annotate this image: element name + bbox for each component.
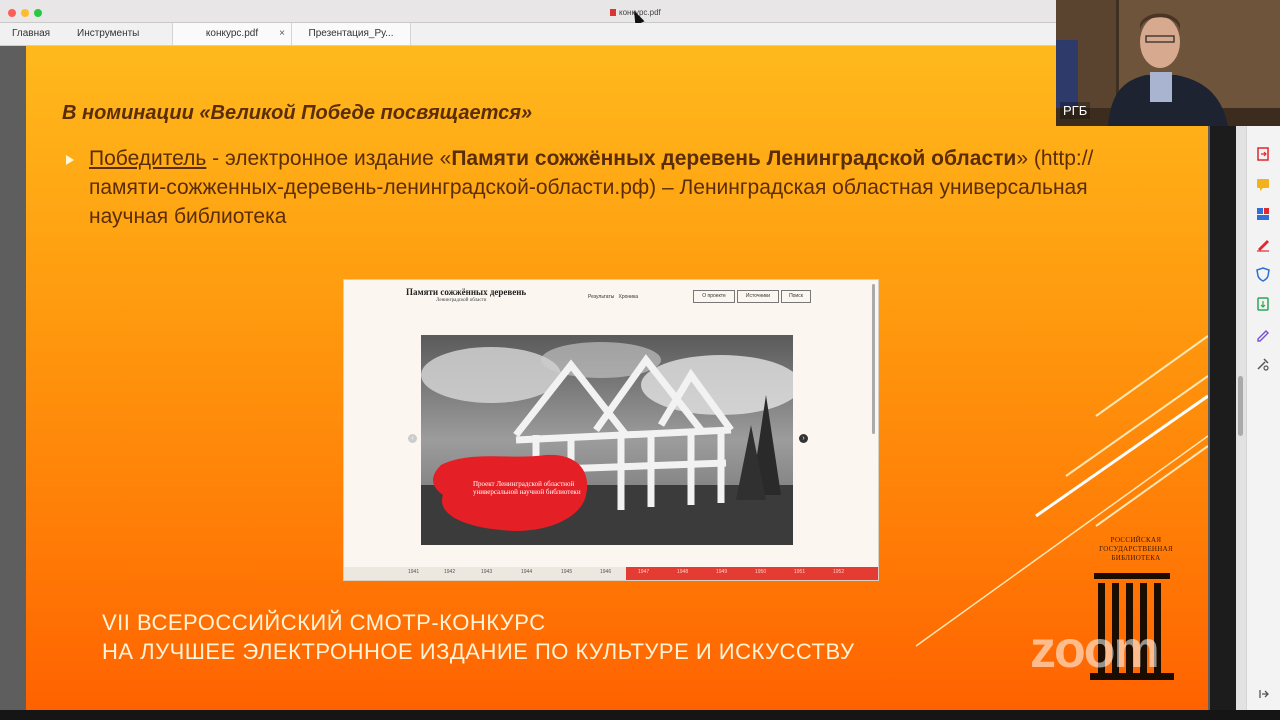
minimize-window-button[interactable]: [21, 9, 29, 17]
compress-pdf-icon[interactable]: [1255, 296, 1271, 312]
slide-heading: В номинации «Великой Победе посвящается»: [62, 102, 533, 124]
tab-tools[interactable]: Инструменты: [77, 23, 139, 45]
carousel-next-icon: ›: [799, 434, 808, 443]
comment-icon[interactable]: [1255, 176, 1271, 192]
tab-bar: Главная Инструменты конкурс.pdf × Презен…: [0, 23, 1056, 46]
more-tools-icon[interactable]: [1255, 356, 1271, 372]
site-nav: Результаты Хроника: [588, 294, 638, 300]
bullet-arrow-icon: [66, 155, 74, 165]
timeline-year: 1947: [638, 569, 650, 575]
tab-document-konkurs[interactable]: конкурс.pdf ×: [172, 23, 292, 45]
timeline-year: 1942: [444, 569, 456, 575]
timeline-year: 1949: [716, 569, 728, 575]
timeline-year: 1952: [833, 569, 845, 575]
webcam-video-tile[interactable]: РГБ: [1056, 0, 1280, 126]
burned-village-memorial-photo: Проект Ленинградской областной универсал…: [421, 335, 793, 545]
site-timeline: 1941 1942 1943 1944 1945 1946 1947 1948 …: [344, 567, 878, 580]
tab-document-konkurs-label: конкурс.pdf: [205, 28, 259, 39]
expand-panel-icon[interactable]: [1255, 686, 1271, 702]
site-nav-item: Хроника: [618, 294, 639, 300]
window-titlebar: конкурс.pdf: [0, 0, 1056, 23]
website-screenshot: Памяти сожжённых деревень Ленинградской …: [343, 279, 879, 581]
photo-caption: Проект Ленинградской областной универсал…: [473, 480, 581, 496]
timeline-year: 1950: [755, 569, 767, 575]
tab-close-button[interactable]: ×: [279, 23, 285, 45]
organize-pages-icon[interactable]: [1255, 206, 1271, 222]
pdf-file-icon: [610, 9, 616, 16]
bottom-bar: [0, 710, 1280, 720]
timeline-year: 1946: [600, 569, 612, 575]
carousel-prev-icon: ‹: [408, 434, 417, 443]
winner-publication-title: Памяти сожжённых деревень Ленинградской …: [451, 147, 1017, 170]
tab-document-presentation[interactable]: Презентация_Ру...: [291, 23, 411, 45]
edit-pencil-icon[interactable]: [1255, 326, 1271, 342]
participant-name-label: РГБ: [1060, 102, 1091, 119]
tab-home[interactable]: Главная: [12, 23, 50, 45]
fill-sign-icon[interactable]: [1255, 236, 1271, 252]
winner-text-before: - электронное издание «: [206, 147, 452, 170]
site-sources-button: Источники: [737, 290, 779, 303]
timeline-year: 1948: [677, 569, 689, 575]
site-search-button: Поиск: [781, 290, 811, 303]
slide-footer: VII ВСЕРОССИЙСКИЙ СМОТР-КОНКУРС НА ЛУЧШЕ…: [102, 608, 854, 666]
winner-label: Победитель: [89, 147, 207, 170]
timeline-year: 1951: [794, 569, 806, 575]
close-window-button[interactable]: [8, 9, 16, 17]
winner-description: Победитель - электронное издание «Памяти…: [89, 144, 1139, 231]
tools-sidebar: [1246, 126, 1280, 720]
site-title: Памяти сожжённых деревень: [406, 287, 527, 297]
scrollbar-thumb[interactable]: [1238, 376, 1243, 436]
timeline-year: 1941: [408, 569, 420, 575]
footer-line-1: VII ВСЕРОССИЙСКИЙ СМОТР-КОНКУРС: [102, 610, 546, 635]
viewer-scrollbar[interactable]: [1236, 126, 1246, 710]
rsl-logo-text: РОССИЙСКАЯ ГОСУДАРСТВЕННАЯ БИБЛИОТЕКА: [1099, 536, 1173, 562]
protect-icon[interactable]: [1255, 266, 1271, 282]
footer-line-2: НА ЛУЧШЕЕ ЭЛЕКТРОННОЕ ИЗДАНИЕ ПО КУЛЬТУР…: [102, 639, 855, 664]
timeline-year: 1944: [521, 569, 533, 575]
site-nav-item: Результаты: [588, 294, 615, 300]
site-subtitle: Ленинградской области: [436, 298, 487, 303]
timeline-year: 1945: [561, 569, 573, 575]
site-about-button: О проекте: [693, 290, 735, 303]
timeline-year: 1943: [481, 569, 493, 575]
zoom-watermark: zoom: [1030, 621, 1160, 679]
export-pdf-icon[interactable]: [1255, 146, 1271, 162]
site-scrollbar: [872, 284, 875, 434]
zoom-window-button[interactable]: [34, 9, 42, 17]
memorial-structure-image: [421, 335, 793, 545]
